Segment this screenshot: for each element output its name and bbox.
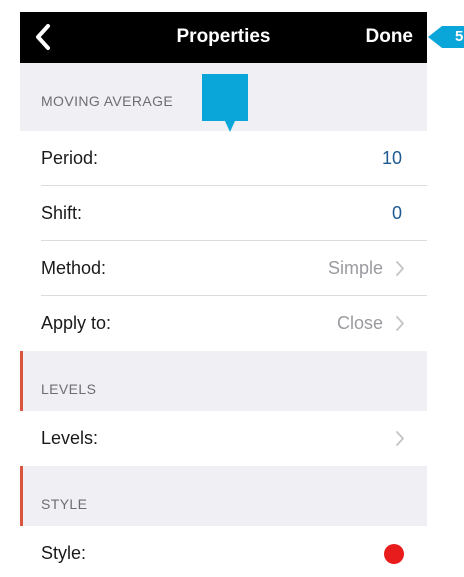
back-button[interactable] <box>26 20 60 54</box>
section-header-label: LEVELS <box>41 381 97 397</box>
period-value[interactable]: 10 <box>382 131 402 186</box>
chevron-right-icon <box>396 261 404 276</box>
row-levels[interactable]: Levels: <box>20 411 427 466</box>
chevron-right-icon <box>396 316 404 331</box>
apply-to-value: Close <box>336 313 383 333</box>
apply-to-label: Apply to: <box>41 313 112 333</box>
section-header-label: MOVING AVERAGE <box>41 93 174 109</box>
levels-label: Levels: <box>41 428 99 448</box>
method-label: Method: <box>41 258 107 278</box>
chevron-left-icon <box>36 24 50 50</box>
callout-number: 5 <box>455 28 464 45</box>
row-period[interactable]: Period: 10 <box>20 131 427 186</box>
row-method[interactable]: Method: Simple <box>20 241 427 296</box>
section-header-levels: LEVELS <box>20 351 427 407</box>
section-header-style: STYLE <box>20 466 427 522</box>
row-apply-to[interactable]: Apply to: Close <box>20 296 427 351</box>
row-shift[interactable]: Shift: 0 <box>20 186 427 241</box>
style-label: Style: <box>41 543 87 563</box>
callout-marker-middle <box>202 74 248 132</box>
navigation-bar: Properties Done <box>20 12 427 63</box>
shift-label: Shift: <box>41 203 83 223</box>
shift-value[interactable]: 0 <box>392 186 402 241</box>
style-color-swatch[interactable] <box>384 544 404 564</box>
row-style[interactable]: Style: <box>20 526 427 577</box>
period-label: Period: <box>41 148 99 168</box>
done-button[interactable]: Done <box>366 12 414 63</box>
method-value: Simple <box>327 258 383 278</box>
chevron-right-icon <box>396 431 404 446</box>
section-header-label: STYLE <box>41 496 88 512</box>
